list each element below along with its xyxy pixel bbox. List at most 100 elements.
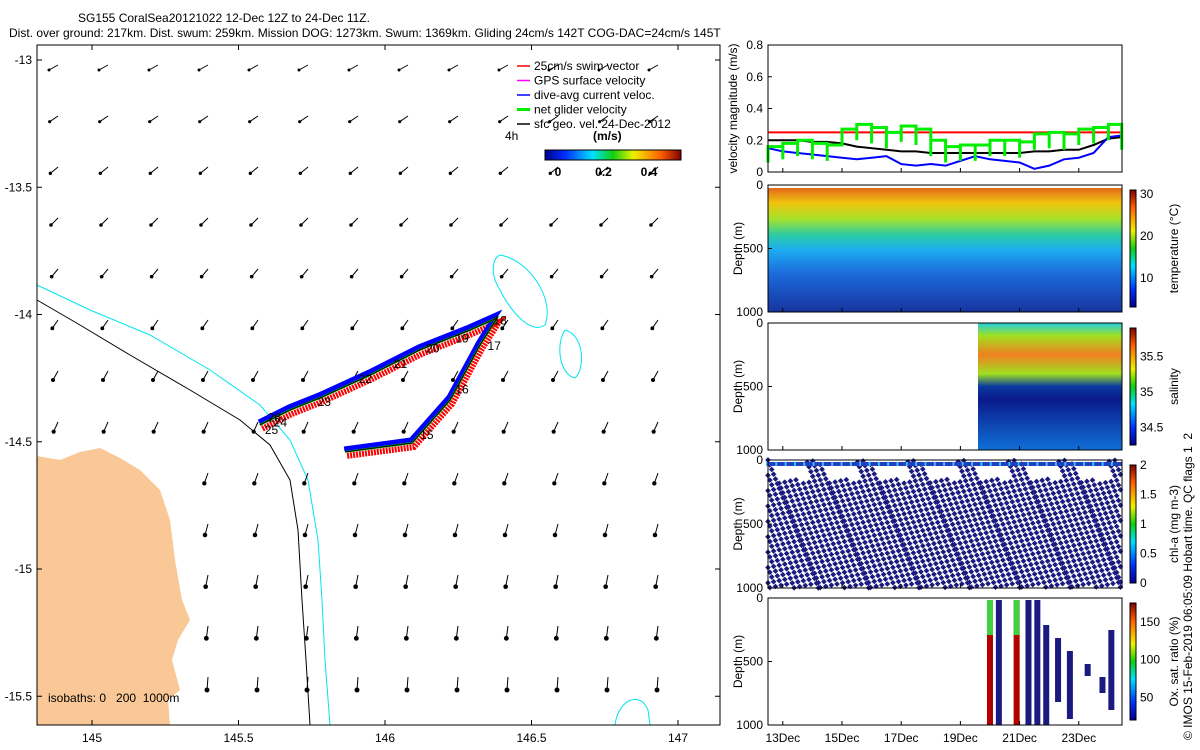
chl-sample [1069,476,1075,483]
chl-sample [1024,490,1031,497]
chl-sample [1016,471,1023,478]
chl-sample [1018,553,1025,560]
vector-head [400,326,405,331]
chl-sample [1063,554,1070,561]
chl-sample [1007,576,1014,582]
chl-sample [947,501,954,508]
chl-sample [1085,483,1092,489]
chl-sample [910,488,917,495]
chl-sample [1097,511,1103,518]
chl-sample [1108,509,1114,516]
chl-sample [988,544,995,550]
chl-sample [843,507,850,514]
chl-sample [845,512,852,518]
chl-sample [891,569,898,575]
chl-sample [998,567,1004,574]
vector-head [150,326,155,331]
chl-sample [1001,495,1008,502]
chl-sample [1013,493,1019,499]
chl-sample [992,502,999,509]
vector-head [147,68,151,72]
chl-sample [826,516,833,522]
chl-sample [962,493,969,499]
chl-sample [849,573,855,579]
chl-sample [998,501,1004,507]
chl-sample [946,481,952,488]
chl-sample [929,566,935,573]
vector-head [198,171,202,175]
chl-sample [990,579,997,586]
x-tick-label: 23Dec [1061,731,1096,745]
chl-sample [1005,535,1012,542]
chl-sample [1029,520,1036,527]
chl-sample [953,500,960,506]
chl-sample [1087,569,1094,576]
chl-sample [1069,491,1075,498]
chl-sample [1115,466,1122,473]
x-tick-label: 145.5 [223,731,253,745]
chl-sample [1059,514,1066,520]
vector-head [353,635,359,641]
chl-sample [834,519,840,526]
chl-sample [1056,520,1062,526]
chl-sample [1024,536,1031,543]
chl-sample [903,566,909,573]
vector-head [101,429,106,434]
chl-sample [972,470,978,477]
vector-head [297,68,301,72]
chl-sample [774,526,781,533]
chl-sample [808,514,814,521]
chl-sample [1016,548,1023,555]
chl-sample [778,567,784,573]
chl-sample [768,543,775,550]
chl-sample [1078,530,1085,537]
chl-sample [959,468,965,475]
chl-sample [808,545,814,552]
chl-sample [1059,529,1066,536]
chl-sample [985,519,991,526]
chl-sample [960,503,967,510]
chl-sample [875,511,881,517]
chl-sample [817,523,824,529]
vector-head [649,274,654,279]
vector-head [554,687,560,693]
chl-sample [934,550,941,556]
vector-head [51,378,55,382]
chl-sample [776,577,783,584]
chl-sample [1072,516,1079,523]
chl-sample [968,476,975,483]
vector-head [252,532,258,538]
chl-sample [871,471,878,477]
chl-sample [983,530,990,536]
chl-sample [1110,529,1116,536]
chl-sample [821,578,827,585]
y-tick-label: 500 [743,517,763,531]
chl-sample [903,500,909,507]
vector-head [198,120,202,124]
chl-sample [806,525,812,532]
colorbar [1129,189,1137,308]
chl-sample [1115,528,1122,534]
chl-sample [1069,553,1075,559]
chl-sample [873,521,879,528]
chl-sample [1093,502,1100,508]
chl-sample [919,466,926,472]
chl-sample [916,487,922,494]
chl-sample [987,570,993,576]
chl-sample [800,495,807,502]
chl-sample [938,575,945,581]
chl-sample [972,563,978,569]
chl-sample [1110,468,1116,474]
chl-sample [972,532,978,538]
y-tick-label: 500 [743,380,763,394]
chl-sample [1052,561,1058,568]
chl-sample [845,563,852,570]
chl-sample [938,528,945,535]
chl-sample [1080,504,1086,511]
chl-sample [796,553,803,559]
chl-sample [839,498,846,504]
chl-sample [918,553,924,560]
chl-sample [808,484,814,490]
chl-sample [858,484,865,490]
chl-sample [1039,477,1045,484]
